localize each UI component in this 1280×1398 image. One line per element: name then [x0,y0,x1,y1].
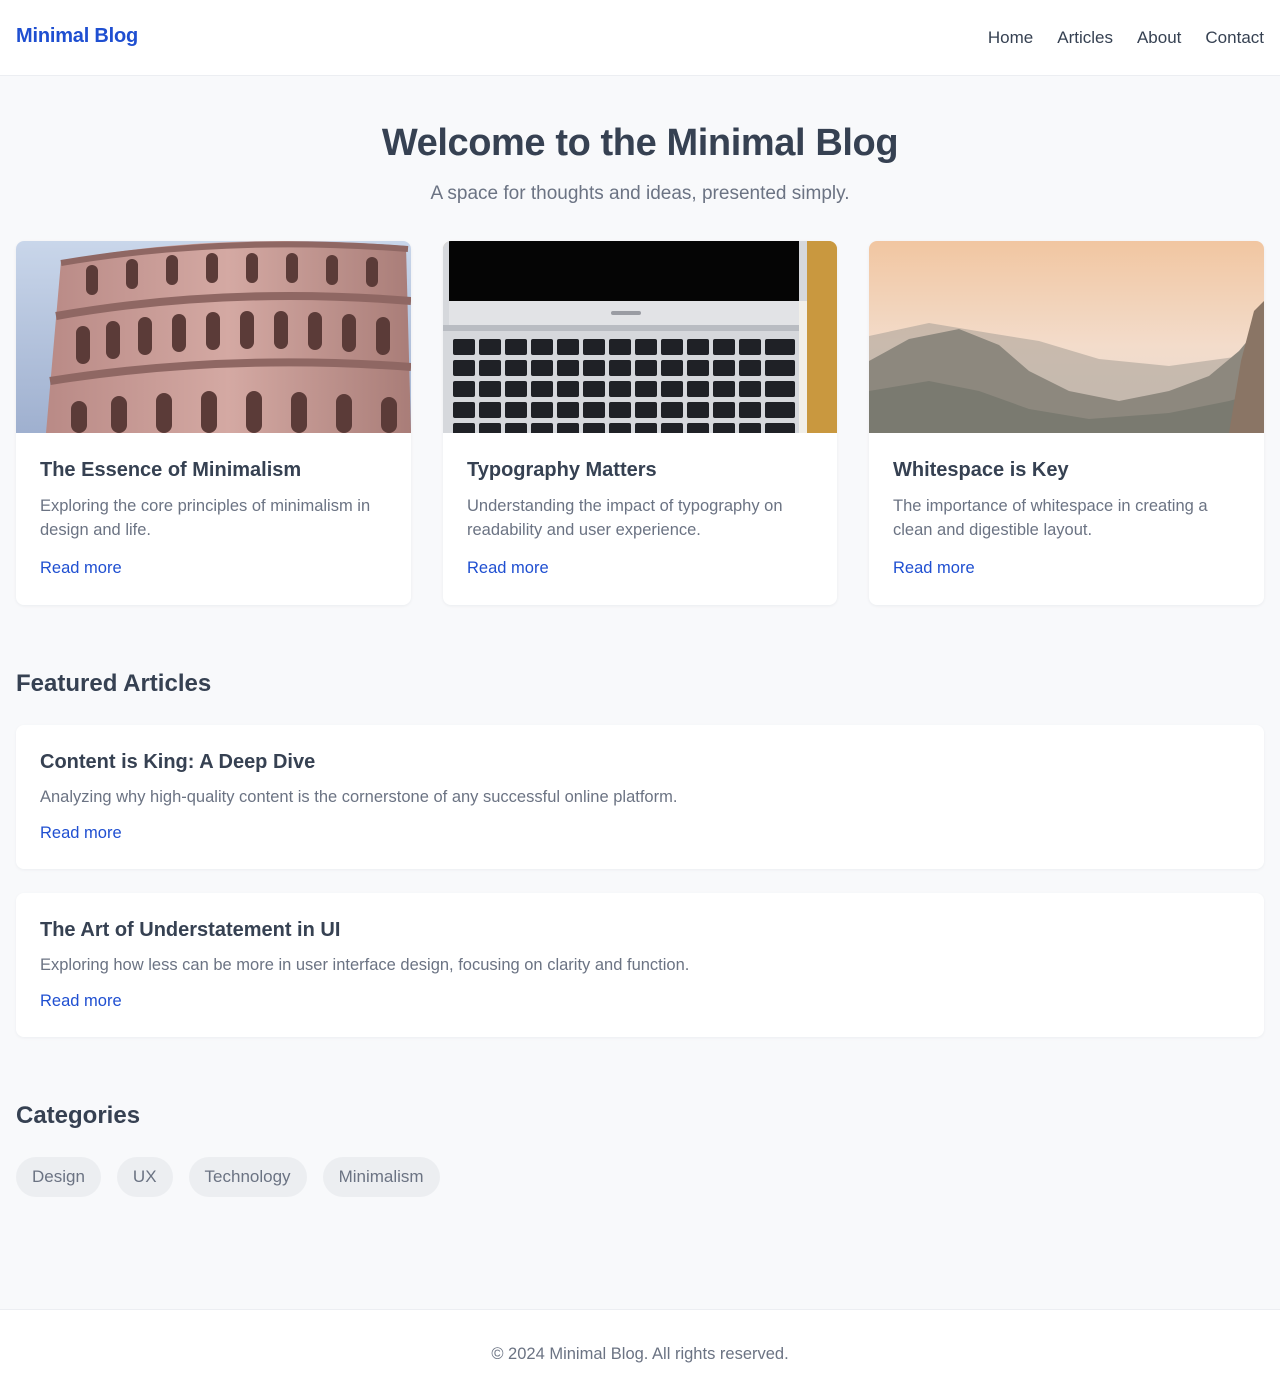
copyright-text: © 2024 Minimal Blog. All rights reserved… [491,1345,789,1363]
category-tag-technology[interactable]: Technology [188,1157,307,1197]
featured-excerpt: Exploring how less can be more in user i… [40,956,690,974]
card-excerpt: Exploring the core principles of minimal… [40,497,371,539]
laptop-keyboard-image[interactable] [443,241,837,433]
post-card: Whitespace is Key The importance of whit… [869,241,1264,605]
card-title[interactable]: Whitespace is Key [893,459,1069,482]
post-card: Typography Matters Understanding the imp… [443,241,837,605]
leaning-tower-image[interactable] [16,241,411,433]
read-more-link[interactable]: Read more [893,559,975,578]
read-more-link[interactable]: Read more [467,559,549,578]
category-list: Design UX Technology Minimalism [16,1157,440,1197]
site-footer: © 2024 Minimal Blog. All rights reserved… [0,1309,1280,1398]
nav-articles-link[interactable]: Articles [1057,28,1113,48]
category-tag-design[interactable]: Design [16,1157,101,1197]
featured-title[interactable]: The Art of Understatement in UI [40,919,340,942]
nav-about-link[interactable]: About [1137,28,1181,48]
card-excerpt: The importance of whitespace in creating… [893,497,1208,539]
brand-logo-link[interactable]: Minimal Blog [16,25,138,48]
featured-article: Content is King: A Deep Dive Analyzing w… [16,725,1264,869]
featured-article: The Art of Understatement in UI Explorin… [16,893,1264,1037]
category-tag-minimalism[interactable]: Minimalism [322,1157,440,1197]
categories-heading: Categories [16,1102,141,1129]
read-more-link[interactable]: Read more [40,992,122,1011]
nav-contact-link[interactable]: Contact [1205,28,1264,48]
nav-home-link[interactable]: Home [988,28,1033,48]
featured-heading: Featured Articles [16,670,212,697]
misty-mountains-image[interactable] [869,241,1264,433]
featured-title[interactable]: Content is King: A Deep Dive [40,751,315,774]
read-more-link[interactable]: Read more [40,559,122,578]
hero-subtitle: A space for thoughts and ideas, presente… [430,183,850,204]
card-title[interactable]: Typography Matters [467,459,657,482]
featured-excerpt: Analyzing why high-quality content is th… [40,788,678,806]
hero-title: Welcome to the Minimal Blog [381,122,899,164]
main-nav: Home Articles About Contact [988,28,1264,48]
read-more-link[interactable]: Read more [40,824,122,843]
post-card: The Essence of Minimalism Exploring the … [16,241,411,605]
card-excerpt: Understanding the impact of typography o… [467,497,783,539]
site-header: Minimal Blog Home Articles About Contact [0,0,1280,76]
category-tag-ux[interactable]: UX [116,1157,173,1197]
card-title[interactable]: The Essence of Minimalism [40,459,301,482]
